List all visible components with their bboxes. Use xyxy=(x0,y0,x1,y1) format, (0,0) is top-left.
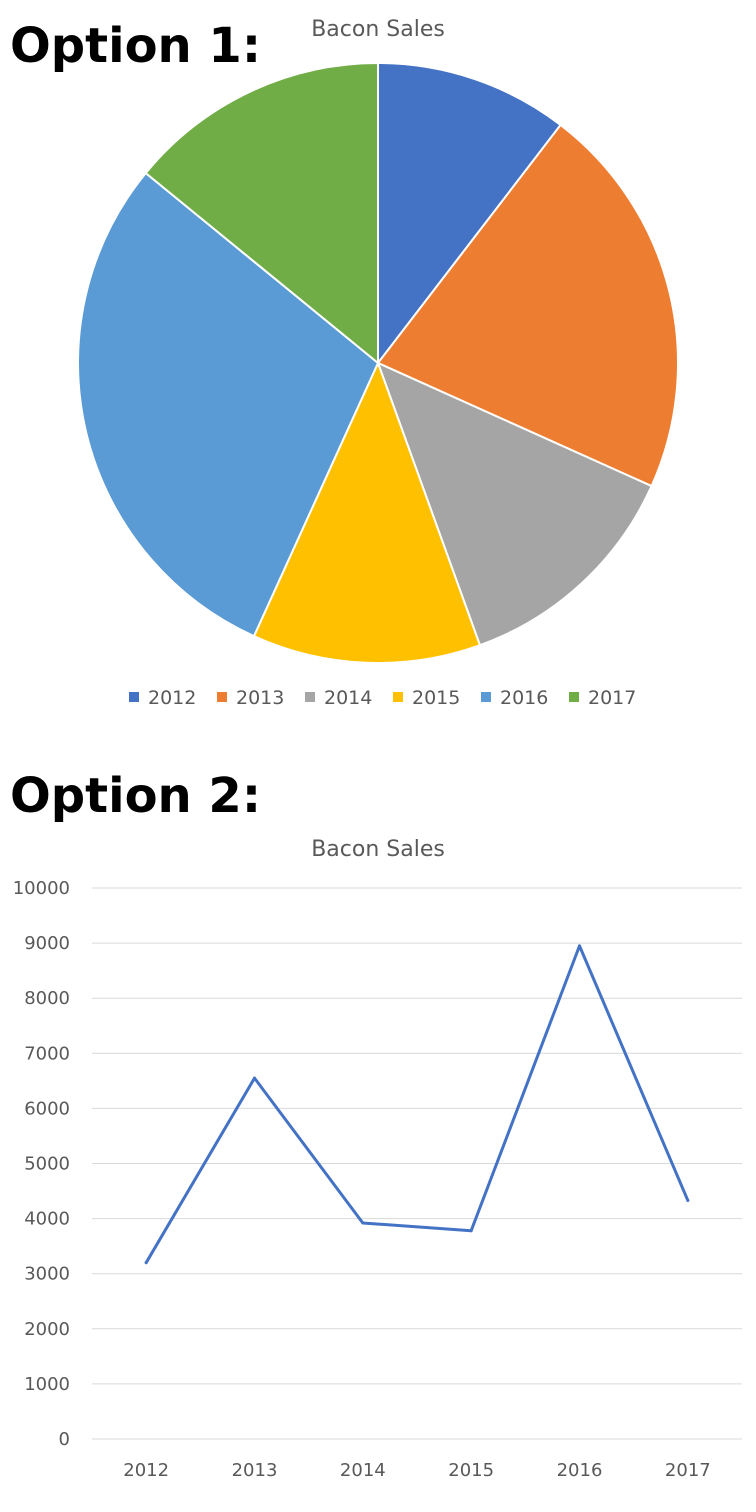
legend-label-2015: 2015 xyxy=(412,687,460,709)
y-tick-label-4000: 4000 xyxy=(24,1209,70,1230)
pie-slices xyxy=(77,62,679,664)
x-tick-label-2014: 2014 xyxy=(340,1460,386,1481)
y-tick-label-9000: 9000 xyxy=(24,933,70,954)
line-gridlines xyxy=(92,887,742,1440)
y-tick-label-1000: 1000 xyxy=(24,1374,70,1395)
line-point-2012 xyxy=(144,1261,148,1265)
legend-swatch-2013 xyxy=(217,692,227,702)
line-point-2017 xyxy=(686,1198,690,1202)
x-tick-label-2015: 2015 xyxy=(448,1460,494,1481)
legend-swatch-2012 xyxy=(129,692,139,702)
legend-label-2012: 2012 xyxy=(148,687,196,709)
y-tick-label-10000: 10000 xyxy=(13,878,70,899)
line-series-group xyxy=(144,944,690,1265)
y-tick-label-0: 0 xyxy=(59,1429,70,1450)
legend-swatch-2015 xyxy=(393,692,403,702)
legend-label-2017: 2017 xyxy=(588,687,636,709)
line-chart-title: Bacon Sales xyxy=(311,837,445,862)
legend-label-2014: 2014 xyxy=(324,687,372,709)
line-y-axis: 0 1000 2000 3000 4000 5000 6000 7000 8000 9000 100… xyxy=(13,878,70,1450)
line-point-2013 xyxy=(253,1076,256,1080)
pie-chart: Bacon Sales 2012 2013 2014 2015 2016 2017 xyxy=(77,17,679,709)
pie-legend: 2012 2013 2014 2015 2016 2017 xyxy=(129,687,636,709)
y-tick-label-7000: 7000 xyxy=(24,1043,70,1064)
line-point-2016 xyxy=(578,944,581,948)
legend-label-2013: 2013 xyxy=(236,687,284,709)
y-tick-label-5000: 5000 xyxy=(24,1154,70,1175)
line-x-axis: 2012 2013 2014 2015 2016 2017 xyxy=(123,1460,710,1481)
y-tick-label-3000: 3000 xyxy=(24,1264,70,1285)
y-tick-label-6000: 6000 xyxy=(24,1098,70,1119)
legend-swatch-2014 xyxy=(305,692,315,702)
line-chart: Bacon Sales 0 1000 2000 3000 4000 5000 6000 700… xyxy=(13,837,742,1481)
x-tick-label-2012: 2012 xyxy=(123,1460,169,1481)
x-tick-label-2016: 2016 xyxy=(557,1460,603,1481)
line-point-2014 xyxy=(361,1221,365,1225)
pie-chart-title: Bacon Sales xyxy=(311,17,445,42)
x-tick-label-2017: 2017 xyxy=(665,1460,711,1481)
legend-label-2016: 2016 xyxy=(500,687,548,709)
y-tick-label-2000: 2000 xyxy=(24,1319,70,1340)
line-point-2015 xyxy=(469,1229,473,1233)
y-tick-label-8000: 8000 xyxy=(24,988,70,1009)
legend-swatch-2017 xyxy=(569,692,579,702)
line-series-0 xyxy=(144,944,690,1265)
legend-swatch-2016 xyxy=(481,692,491,702)
charts-canvas: Bacon Sales 2012 2013 2014 2015 2016 2017 Bac… xyxy=(13,17,742,1481)
x-tick-label-2013: 2013 xyxy=(232,1460,278,1481)
